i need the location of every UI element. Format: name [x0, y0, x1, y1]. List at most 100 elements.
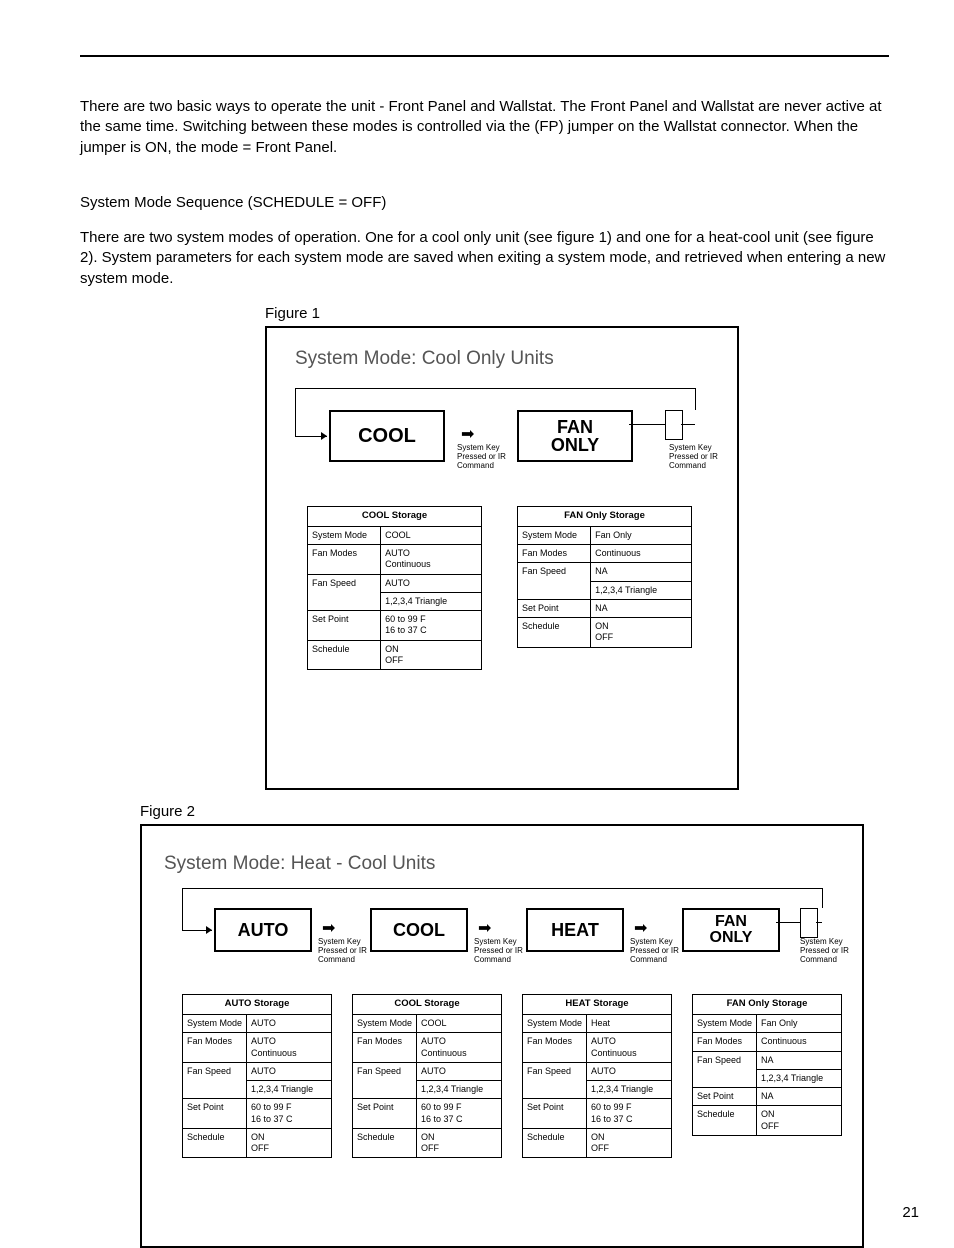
table-cell: 60 to 99 F 16 to 37 C — [381, 611, 482, 641]
figure-1: System Mode: Cool Only Units COOL ➡ Syst… — [265, 326, 739, 790]
table-cell: Fan Modes — [518, 545, 591, 563]
table-cell: NA — [591, 563, 692, 581]
table-cell: AUTO Continuous — [247, 1033, 332, 1063]
heat-mode-box: HEAT — [526, 908, 624, 952]
table-cell: 1,2,3,4 Triangle — [381, 592, 482, 610]
arrow-caption: System Key Pressed or IR Command — [800, 938, 849, 964]
table-cell: ON OFF — [757, 1106, 842, 1136]
fan-only-mode-box: FAN ONLY — [517, 410, 633, 462]
arrow-caption: System Key Pressed or IR Command — [474, 938, 523, 964]
table-cell: ON OFF — [587, 1128, 672, 1158]
table-cell: Fan Only — [591, 526, 692, 544]
table-cell: ON OFF — [381, 640, 482, 670]
table-cell: Fan Modes — [693, 1033, 757, 1051]
cool-mode-box: COOL — [370, 908, 468, 952]
table-cell — [308, 592, 381, 610]
table-cell: Fan Modes — [183, 1033, 247, 1063]
table-cell: Continuous — [591, 545, 692, 563]
table-cell: 1,2,3,4 Triangle — [591, 581, 692, 599]
figure-2: System Mode: Heat - Cool Units AUTO ➡ Sy… — [140, 824, 864, 1248]
fan-only-mode-box: FAN ONLY — [682, 908, 780, 952]
table-cell: 60 to 99 F 16 to 37 C — [247, 1099, 332, 1129]
table-cell: NA — [757, 1051, 842, 1069]
table-cell: Fan Speed — [693, 1051, 757, 1069]
table-cell: ON OFF — [591, 618, 692, 648]
figure-1-label: Figure 1 — [265, 304, 889, 324]
table-cell: Set Point — [693, 1088, 757, 1106]
table-cell: System Mode — [693, 1015, 757, 1033]
intro-paragraph: There are two basic ways to operate the … — [80, 97, 889, 158]
heat-storage-table: HEAT Storage System ModeHeatFan ModesAUT… — [522, 994, 672, 1158]
fan-only-storage-table: FAN Only Storage System ModeFan OnlyFan … — [517, 506, 692, 648]
table-cell: COOL — [417, 1015, 502, 1033]
table-cell: Set Point — [183, 1099, 247, 1129]
small-connector-box — [800, 908, 818, 938]
table-cell: System Mode — [523, 1015, 587, 1033]
table-cell: AUTO Continuous — [587, 1033, 672, 1063]
figure-2-title: System Mode: Heat - Cool Units — [164, 851, 435, 877]
table-cell: ON OFF — [247, 1128, 332, 1158]
table-cell: AUTO Continuous — [381, 545, 482, 575]
table-cell: COOL — [381, 526, 482, 544]
section-heading: System Mode Sequence (SCHEDULE = OFF) — [80, 193, 889, 213]
table-cell — [183, 1081, 247, 1099]
fan-only-storage-table: FAN Only Storage System ModeFan OnlyFan … — [692, 994, 842, 1136]
cool-storage-table: COOL Storage System ModeCOOLFan ModesAUT… — [352, 994, 502, 1158]
table-cell: 60 to 99 F 16 to 37 C — [587, 1099, 672, 1129]
arrow-caption: System Key Pressed or IR Command — [457, 444, 506, 470]
table-cell: Fan Speed — [523, 1062, 587, 1080]
table-cell: 1,2,3,4 Triangle — [247, 1081, 332, 1099]
table-cell: System Mode — [183, 1015, 247, 1033]
table-cell: Schedule — [523, 1128, 587, 1158]
table-cell: Fan Modes — [353, 1033, 417, 1063]
table-cell: 1,2,3,4 Triangle — [417, 1081, 502, 1099]
table-cell: AUTO — [247, 1015, 332, 1033]
table-cell: ON OFF — [417, 1128, 502, 1158]
table-cell: Fan Only — [757, 1015, 842, 1033]
table-cell: System Mode — [308, 526, 381, 544]
arrow-caption: System Key Pressed or IR Command — [318, 938, 367, 964]
table-cell: NA — [591, 599, 692, 617]
table-cell: Heat — [587, 1015, 672, 1033]
table-cell: Fan Speed — [353, 1062, 417, 1080]
table-cell: AUTO — [381, 574, 482, 592]
table-cell: Schedule — [308, 640, 381, 670]
auto-storage-table: AUTO Storage System ModeAUTOFan ModesAUT… — [182, 994, 332, 1158]
table-cell: System Mode — [518, 526, 591, 544]
top-rule — [80, 55, 889, 57]
section-paragraph: There are two system modes of operation.… — [80, 228, 889, 289]
table-cell: 1,2,3,4 Triangle — [587, 1081, 672, 1099]
table-cell: 1,2,3,4 Triangle — [757, 1069, 842, 1087]
arrow-caption: System Key Pressed or IR Command — [630, 938, 679, 964]
table-cell: Fan Speed — [518, 563, 591, 581]
table-cell: NA — [757, 1088, 842, 1106]
table-cell: Fan Speed — [308, 574, 381, 592]
table-cell — [693, 1069, 757, 1087]
cool-mode-box: COOL — [329, 410, 445, 462]
table-cell: System Mode — [353, 1015, 417, 1033]
auto-mode-box: AUTO — [214, 908, 312, 952]
table-cell: AUTO Continuous — [417, 1033, 502, 1063]
small-connector-box — [665, 410, 683, 440]
table-cell: Schedule — [183, 1128, 247, 1158]
table-cell: AUTO — [417, 1062, 502, 1080]
table-cell: Set Point — [523, 1099, 587, 1129]
figure-1-title: System Mode: Cool Only Units — [295, 346, 554, 372]
table-cell: Fan Modes — [308, 545, 381, 575]
arrow-caption: System Key Pressed or IR Command — [669, 444, 718, 470]
table-cell: Set Point — [353, 1099, 417, 1129]
table-cell: Fan Speed — [183, 1062, 247, 1080]
cool-storage-table: COOL Storage System ModeCOOLFan ModesAUT… — [307, 506, 482, 670]
table-cell: 60 to 99 F 16 to 37 C — [417, 1099, 502, 1129]
table-cell: Schedule — [518, 618, 591, 648]
table-cell: Continuous — [757, 1033, 842, 1051]
table-cell: AUTO — [587, 1062, 672, 1080]
page-number: 21 — [902, 1203, 919, 1223]
table-cell: Set Point — [518, 599, 591, 617]
table-cell — [523, 1081, 587, 1099]
table-cell — [353, 1081, 417, 1099]
figure-2-label: Figure 2 — [140, 802, 889, 822]
table-cell: Set Point — [308, 611, 381, 641]
table-cell: AUTO — [247, 1062, 332, 1080]
table-cell: Schedule — [353, 1128, 417, 1158]
